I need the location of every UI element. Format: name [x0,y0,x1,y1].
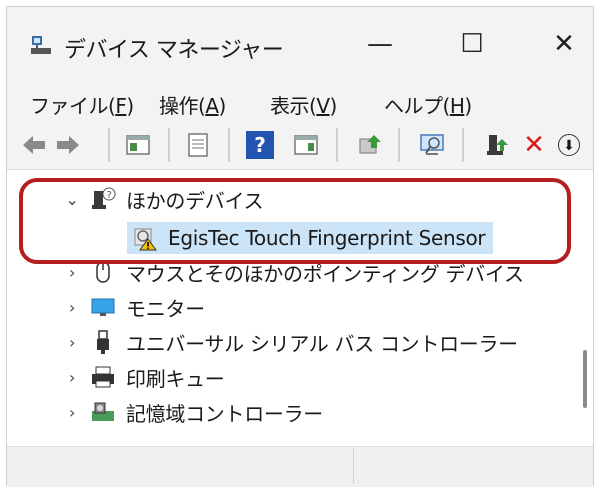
scan-hardware-icon[interactable] [418,131,446,159]
tree-item-usb-controllers[interactable]: › ユニバーサル シリアル バス コントローラー [62,327,518,357]
chevron-right-icon[interactable]: › [62,263,82,282]
properties-icon[interactable] [184,131,212,159]
status-bar [7,446,593,487]
tree-item-print-queues[interactable]: › 印刷キュー [62,362,225,392]
unknown-device-category-icon: ? [92,187,116,209]
tree-item-label: マウスとそのほかのポインティング デバイス [126,261,524,286]
toolbar-separator [462,128,464,162]
tree-item-label: モニター [126,296,205,321]
chevron-right-icon[interactable]: › [62,403,82,422]
action-pane-icon[interactable] [292,131,320,159]
usb-icon [97,330,109,354]
chevron-right-icon[interactable]: › [62,298,82,317]
show-hide-console-tree-icon[interactable] [124,131,152,159]
mouse-icon [96,261,110,283]
scrollbar-thumb[interactable] [583,350,587,408]
menu-view[interactable]: 表示(V) [270,90,337,119]
tree-item-label: ユニバーサル シリアル バス コントローラー [126,331,518,356]
warning-device-icon [134,228,157,251]
maximize-icon: ☐ [460,29,484,59]
storage-controller-icon [92,402,114,421]
monitor-icon [91,298,115,316]
back-arrow-icon[interactable] [20,131,48,159]
minimize-icon: — [367,29,393,59]
tree-item-storage-controllers[interactable]: › 記憶域コントローラー [62,397,323,427]
tree-item-other-devices[interactable]: ⌄ ? ほかのデバイス [62,184,264,214]
help-icon[interactable]: ? [246,131,274,159]
tree-item-monitors[interactable]: › モニター [62,292,205,322]
window-title: デバイス マネージャー [64,38,284,63]
tree-item-egistec-fingerprint[interactable]: EgisTec Touch Fingerprint Sensor [127,222,494,254]
tree-item-label: 印刷キュー [126,366,225,391]
menu-help[interactable]: ヘルプ(H) [384,90,472,119]
update-driver-icon[interactable] [356,131,384,159]
toolbar-separator [228,128,230,162]
printer-icon [92,366,114,388]
chevron-down-icon[interactable]: ⌄ [62,190,82,209]
chevron-right-icon[interactable]: › [62,333,82,352]
toolbar-separator [168,128,170,162]
tree-item-label: EgisTec Touch Fingerprint Sensor [168,226,486,250]
close-icon: ✕ [553,29,575,59]
chevron-right-icon[interactable]: › [62,368,82,387]
tree-item-mice[interactable]: › マウスとそのほかのポインティング デバイス [62,257,524,287]
tree-item-label: 記憶域コントローラー [126,401,323,426]
maximize-button[interactable]: ☐ [446,24,498,64]
minimize-button[interactable]: — [354,24,406,64]
forward-arrow-icon[interactable] [54,131,82,159]
enable-device-icon[interactable] [484,131,512,159]
toolbar-separator [108,128,110,162]
uninstall-device-icon[interactable]: ✕ [520,131,548,159]
tree-item-label: ほかのデバイス [126,188,264,213]
menu-file[interactable]: ファイル(F) [30,90,134,119]
close-button[interactable]: ✕ [538,24,590,64]
disable-device-icon[interactable]: ⬇ [558,134,580,156]
status-bar-separator [353,448,354,484]
toolbar-separator [336,128,338,162]
toolbar-separator [398,128,400,162]
menu-action[interactable]: 操作(A) [159,90,226,119]
device-manager-app-icon [31,36,51,54]
svg-text:?: ? [106,190,111,201]
